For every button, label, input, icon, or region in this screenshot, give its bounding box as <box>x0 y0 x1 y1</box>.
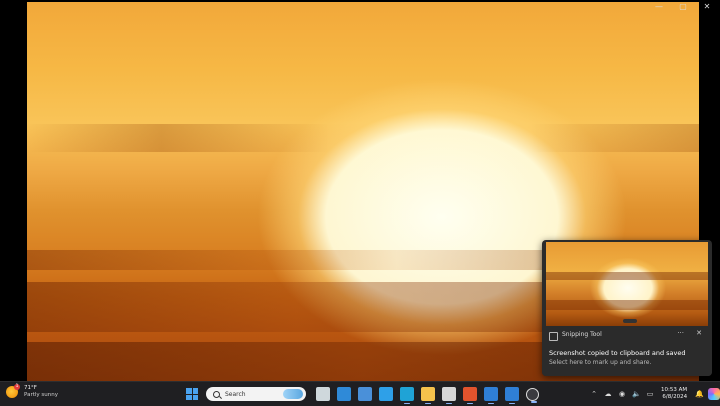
snipping-tool-notification[interactable]: Snipping Tool ··· ✕ Screenshot copied to… <box>542 240 712 376</box>
thumbnail-progress-pill <box>623 319 637 323</box>
widgets-app-icon[interactable] <box>336 387 351 401</box>
calendar-app-icon[interactable] <box>504 387 519 404</box>
search-input[interactable]: Search <box>206 387 306 401</box>
windows-logo-icon <box>186 394 192 400</box>
window-controls: — ▢ ✕ <box>652 1 714 13</box>
notification-bell-icon[interactable]: 🔔 <box>695 390 704 398</box>
snipping-tool-icon <box>549 332 558 341</box>
cloud-band <box>27 124 699 152</box>
edge-browser-icon[interactable] <box>399 387 414 404</box>
notification-body[interactable]: Snipping Tool ··· ✕ Screenshot copied to… <box>542 326 712 376</box>
media-app-icon[interactable] <box>441 387 456 404</box>
clock[interactable]: 10:53 AM 6/8/2024 <box>661 387 687 401</box>
screenshot-thumbnail[interactable] <box>546 242 708 326</box>
file-explorer-icon[interactable] <box>420 387 435 404</box>
weather-condition: Partly sunny <box>24 392 58 398</box>
more-options-button[interactable]: ··· <box>677 329 684 337</box>
weather-widget[interactable]: 1 71°F Partly sunny <box>6 384 58 399</box>
search-highlight-image <box>283 389 303 399</box>
system-tray: ⌃ ☁ ◉ 🔈 ▭ 10:53 AM 6/8/2024 🔔 <box>587 385 720 403</box>
notification-badge: 1 <box>14 384 20 390</box>
search-icon <box>213 390 220 398</box>
start-button[interactable] <box>186 388 198 400</box>
notification-app-name: Snipping Tool <box>562 331 602 338</box>
notification-subtitle: Select here to mark up and share. <box>549 359 652 366</box>
brave-browser-icon[interactable] <box>462 387 477 404</box>
maximize-button[interactable]: ▢ <box>676 1 690 13</box>
windows-logo-icon <box>192 388 198 394</box>
notification-title: Screenshot copied to clipboard and saved <box>549 349 686 357</box>
clock-time: 10:53 AM <box>661 387 688 393</box>
windows-logo-icon <box>186 388 192 394</box>
mail-app-icon[interactable] <box>483 387 498 404</box>
media-player-icon[interactable] <box>525 387 539 403</box>
wifi-icon[interactable]: ◉ <box>618 390 626 398</box>
photos-app-icon[interactable] <box>378 387 393 401</box>
thumbnail-cloud <box>546 300 708 310</box>
onedrive-cloud-icon[interactable]: ☁ <box>604 390 612 398</box>
taskbar-center: Search <box>186 385 542 404</box>
show-hidden-icons-chevron-icon[interactable]: ⌃ <box>590 390 598 398</box>
notepad-app-icon[interactable] <box>357 387 372 401</box>
windows-logo-icon <box>192 394 198 400</box>
notification-close-button[interactable]: ✕ <box>696 329 702 337</box>
thumbnail-cloud <box>546 272 708 280</box>
close-button[interactable]: ✕ <box>700 1 714 13</box>
taskbar: 1 71°F Partly sunny Search ⌃ ☁ ◉ 🔈 ▭ 10:… <box>0 381 720 406</box>
clock-date: 6/8/2024 <box>662 394 688 400</box>
search-label: Search <box>225 390 246 398</box>
volume-icon[interactable]: 🔈 <box>632 390 641 398</box>
sun-icon: 1 <box>6 384 20 398</box>
battery-icon[interactable]: ▭ <box>646 390 654 398</box>
minimize-button[interactable]: — <box>652 1 666 13</box>
weather-temperature: 71°F <box>24 385 37 391</box>
task-view-icon[interactable] <box>315 387 330 401</box>
copilot-icon[interactable] <box>707 388 720 400</box>
